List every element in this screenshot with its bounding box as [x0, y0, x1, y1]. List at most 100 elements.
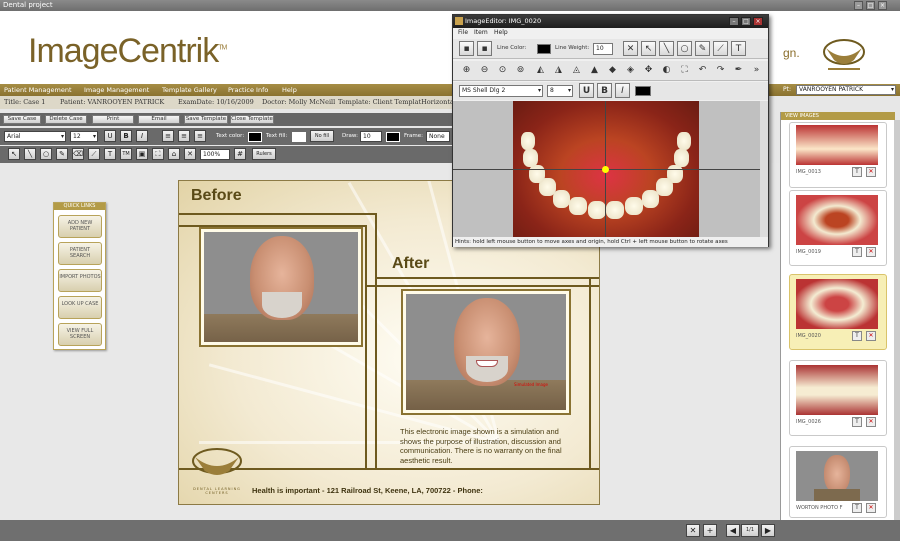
email-button[interactable]: Email	[138, 115, 180, 124]
minimize-button[interactable]: –	[854, 1, 863, 10]
editor-maximize-button[interactable]: □	[741, 17, 751, 26]
image-icon[interactable]: ▣	[136, 148, 148, 160]
eyedropper-icon[interactable]: ✒	[731, 63, 746, 78]
thumbnail-delete-button[interactable]: ✕	[866, 417, 876, 427]
zoom-select[interactable]: 100%	[200, 149, 230, 160]
prev-page-icon[interactable]: ◀	[726, 524, 740, 537]
contrast-icon[interactable]: ◐	[659, 63, 674, 78]
nav-image-management[interactable]: Image Management	[84, 84, 149, 96]
line-color-swatch[interactable]	[537, 44, 551, 54]
pencil-icon[interactable]: ✎	[695, 41, 710, 56]
thumbnail-delete-button[interactable]: ✕	[866, 503, 876, 513]
zoom-actual-icon[interactable]: ⊚	[513, 63, 528, 78]
flip-vertical-icon[interactable]: ◮	[551, 63, 566, 78]
thumbnail-text-button[interactable]: T	[852, 247, 862, 257]
nav-help[interactable]: Help	[282, 84, 297, 96]
crop-icon[interactable]: ⛶	[677, 63, 692, 78]
editor-minimize-button[interactable]: –	[729, 17, 739, 26]
bold-button[interactable]: B	[597, 83, 612, 98]
pointer-icon[interactable]: ↖	[641, 41, 656, 56]
add-new-patient-button[interactable]: ADD NEW PATIENT	[58, 215, 102, 238]
thumbnail-delete-button[interactable]: ✕	[866, 167, 876, 177]
line-weight-select[interactable]: 10	[593, 43, 613, 55]
grid-icon[interactable]: #	[234, 148, 246, 160]
view-full-screen-button[interactable]: VIEW FULL SCREEN	[58, 323, 102, 346]
italic-button[interactable]: I	[615, 83, 630, 98]
text-color-swatch[interactable]	[248, 132, 262, 142]
align-right-icon[interactable]: ≡	[194, 130, 206, 142]
close-template-button[interactable]: Close Template	[230, 115, 274, 124]
rotate-left-icon[interactable]: ◬	[569, 63, 584, 78]
text-fill-swatch[interactable]	[292, 132, 306, 142]
thumbnail-delete-button[interactable]: ✕	[866, 331, 876, 341]
thumbnail-text-button[interactable]: T	[852, 331, 862, 341]
redo-icon[interactable]: ↷	[713, 63, 728, 78]
editor-font-size-select[interactable]: 8 ▾	[547, 85, 573, 97]
more-tools-icon[interactable]: »	[749, 63, 764, 78]
editor-canvas[interactable]	[453, 101, 760, 237]
zoom-out-icon[interactable]: ⊖	[477, 63, 492, 78]
ellipse-icon[interactable]: ○	[40, 148, 52, 160]
move-icon[interactable]: ✥	[641, 63, 656, 78]
bold-button[interactable]: B	[120, 130, 132, 142]
save-template-button[interactable]: Save Template	[184, 115, 228, 124]
editor-font-select[interactable]: MS Shell Dlg 2 ▾	[459, 85, 543, 97]
nav-practice-info[interactable]: Practice Info	[228, 84, 268, 96]
menu-file[interactable]: File	[458, 28, 468, 38]
line-icon[interactable]: ╲	[24, 148, 36, 160]
eraser-icon[interactable]: ⌫	[72, 148, 84, 160]
zoom-in-icon[interactable]: ⊕	[459, 63, 474, 78]
thumbnail-card[interactable]: IMG_0013 T ✕	[789, 122, 887, 188]
thumbnail-card[interactable]: WORTON PHOTO F T ✕	[789, 446, 887, 518]
ellipse-icon[interactable]: ○	[677, 41, 692, 56]
brush-icon[interactable]: ⟋	[88, 148, 100, 160]
frame-select[interactable]: None	[426, 131, 450, 142]
text-tool-icon[interactable]: T	[104, 148, 116, 160]
font-size-select[interactable]: 12 ▾	[70, 131, 98, 142]
font-select[interactable]: Arial ▾	[4, 131, 66, 142]
color-picker-icon[interactable]: ◈	[623, 63, 638, 78]
underline-button[interactable]: U	[579, 83, 594, 98]
underline-button[interactable]: U	[104, 130, 116, 142]
after-photo-frame[interactable]: Simulated Image	[401, 289, 571, 415]
text-color-swatch[interactable]	[635, 86, 651, 96]
thumbnail-text-button[interactable]: T	[852, 417, 862, 427]
crop-icon[interactable]: ⛶	[152, 148, 164, 160]
save-as-icon[interactable]: ▪	[477, 41, 492, 56]
italic-button[interactable]: I	[136, 130, 148, 142]
panel-scrollbar[interactable]	[894, 120, 900, 520]
undo-icon[interactable]: ↶	[695, 63, 710, 78]
thumbnail-card[interactable]: IMG_0019 T ✕	[789, 190, 887, 266]
crosshair-origin-handle[interactable]	[602, 166, 609, 173]
flip-horizontal-icon[interactable]: ◭	[533, 63, 548, 78]
before-photo-frame[interactable]	[199, 227, 363, 347]
line-icon[interactable]: ╲	[659, 41, 674, 56]
thumbnail-card[interactable]: IMG_0026 T ✕	[789, 360, 887, 436]
pointer-icon[interactable]: ↖	[8, 148, 20, 160]
draw-color-swatch[interactable]	[386, 132, 400, 142]
close-button[interactable]: ×	[878, 1, 887, 10]
save-icon[interactable]: ▪	[459, 41, 474, 56]
nav-patient-management[interactable]: Patient Management	[4, 84, 72, 96]
menu-item[interactable]: Item	[474, 28, 488, 38]
delete-case-button[interactable]: Delete Case	[45, 115, 87, 124]
pencil-icon[interactable]: ✎	[56, 148, 68, 160]
image-editor-window[interactable]: ImageEditor: IMG_0020 – □ × File Item He…	[452, 14, 769, 247]
close-icon[interactable]: ✕	[686, 524, 700, 537]
patient-search-button[interactable]: PATIENT SEARCH	[58, 242, 102, 265]
text-tool-icon[interactable]: T	[731, 41, 746, 56]
fill-icon[interactable]: ◆	[605, 63, 620, 78]
nav-template-gallery[interactable]: Template Gallery	[162, 84, 217, 96]
align-left-icon[interactable]: ≡	[162, 130, 174, 142]
add-icon[interactable]: +	[703, 524, 717, 537]
menu-help[interactable]: Help	[494, 28, 508, 38]
editor-close-button[interactable]: ×	[753, 17, 763, 26]
look-up-case-button[interactable]: LOOK UP CASE	[58, 296, 102, 319]
trademark-icon[interactable]: TM	[120, 148, 132, 160]
editor-scrollbar[interactable]	[760, 101, 768, 237]
delete-icon[interactable]: ✕	[184, 148, 196, 160]
home-icon[interactable]: ⌂	[168, 148, 180, 160]
thumbnail-delete-button[interactable]: ✕	[866, 247, 876, 257]
maximize-button[interactable]: □	[866, 1, 875, 10]
delete-icon[interactable]: ✕	[623, 41, 638, 56]
